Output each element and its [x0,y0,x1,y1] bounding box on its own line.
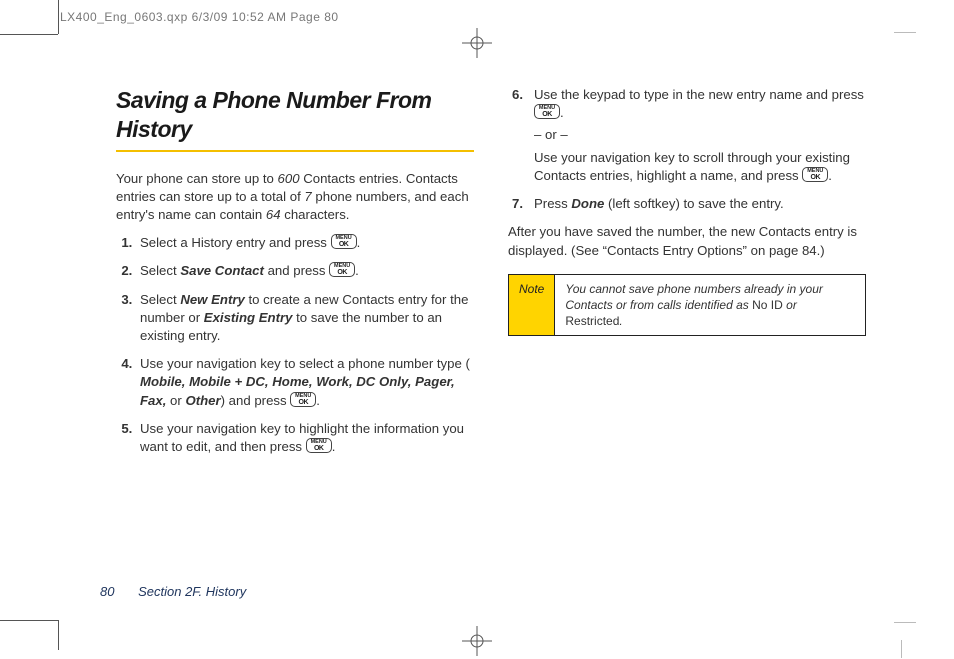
menu-ok-key-icon: MENUOK [802,167,828,182]
menu-ok-key-icon: MENUOK [534,104,560,119]
left-column: Saving a Phone Number From History Your … [116,86,474,569]
steps-list: Select a History entry and press MENUOK.… [116,234,474,456]
page-number: 80 [100,584,114,599]
section-label: Section 2F. History [138,584,246,599]
heading-rule [116,150,474,152]
menu-ok-key-icon: MENUOK [306,438,332,453]
step-4: Use your navigation key to select a phon… [136,355,474,410]
menu-ok-key-icon: MENUOK [331,234,357,249]
page-footer: 80 Section 2F. History [100,584,246,599]
crop-mark [894,32,916,33]
menu-ok-key-icon: MENUOK [329,262,355,277]
right-column: 6. Use the keypad to type in the new ent… [508,86,866,569]
note-box: Note You cannot save phone numbers alrea… [508,274,866,337]
registration-mark-icon [462,626,492,656]
crop-mark [0,620,58,621]
note-label: Note [509,275,555,336]
note-body: You cannot save phone numbers already in… [555,275,865,336]
page-content: Saving a Phone Number From History Your … [116,86,866,569]
menu-ok-key-icon: MENUOK [290,392,316,407]
step-3: Select New Entry to create a new Contact… [136,291,474,346]
section-heading: Saving a Phone Number From History [116,86,474,144]
step-6: 6. Use the keypad to type in the new ent… [528,86,866,185]
step-2: Select Save Contact and press MENUOK. [136,262,474,280]
steps-list-continued: 6. Use the keypad to type in the new ent… [508,86,866,213]
closing-paragraph: After you have saved the number, the new… [508,223,866,259]
registration-mark-icon [462,28,492,58]
or-separator: – or – [534,126,866,144]
step-5: Use your navigation key to highlight the… [136,420,474,456]
crop-mark [894,622,916,623]
intro-paragraph: Your phone can store up to 600 Contacts … [116,170,474,225]
step-7: 7. Press Done (left softkey) to save the… [528,195,866,213]
step-1: Select a History entry and press MENUOK. [136,234,474,252]
print-slug: LX400_Eng_0603.qxp 6/3/09 10:52 AM Page … [60,10,339,24]
crop-mark [58,620,59,650]
crop-mark [58,0,59,34]
manual-page: LX400_Eng_0603.qxp 6/3/09 10:52 AM Page … [0,0,954,659]
crop-mark [901,640,902,658]
crop-mark [0,34,58,35]
